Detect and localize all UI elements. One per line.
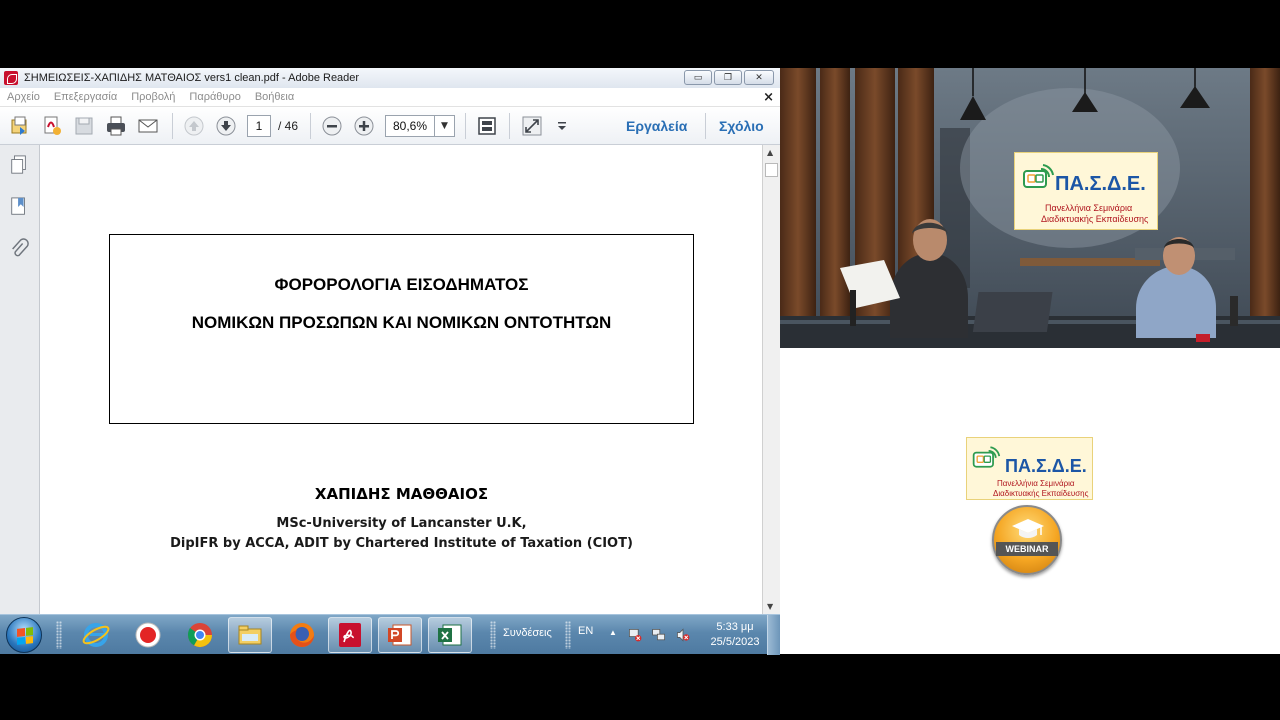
email-icon[interactable]	[136, 114, 160, 138]
page-number-input[interactable]: 1	[247, 115, 271, 137]
next-page-icon[interactable]	[214, 114, 238, 138]
adobe-reader-taskbar-icon[interactable]	[328, 617, 372, 653]
screen: ΣΗΜΕΙΩΣΕΙΣ-ΧΑΠΙΔΗΣ ΜΑΤΘΑΙΟΣ vers1 clean.…	[0, 0, 1280, 720]
toolbar: 1 / 46 80,6% ▼ Εργαλεία Σχόλιο	[0, 107, 780, 145]
file-explorer-icon[interactable]	[228, 617, 272, 653]
full-screen-icon[interactable]	[520, 114, 544, 138]
toolbar-separator	[465, 113, 466, 139]
title-frame: ΦΟΡΟΡΟΛΟΓΙΑ ΕΙΣΟΔΗΜΑΤΟΣ ΝΟΜΙΚΩΝ ΠΡΟΣΩΠΩΝ…	[109, 234, 694, 424]
tools-pane-button[interactable]: Εργαλεία	[626, 118, 687, 134]
webcam-video: ΠΑ.Σ.Δ.Ε. Πανελλήνια Σεμινάρια Διαδικτυα…	[780, 68, 1280, 348]
clock-time[interactable]: 5:33 μμ	[706, 621, 764, 633]
minimize-button[interactable]: ▭	[684, 70, 712, 85]
scroll-down-icon[interactable]: ▼	[767, 602, 773, 611]
webinar-badge: WEBINAR	[992, 505, 1062, 575]
menu-window[interactable]: Παράθυρο	[189, 91, 240, 103]
language-indicator[interactable]: EN	[578, 625, 593, 637]
toolbar-separator	[172, 113, 173, 139]
firefox-icon[interactable]	[280, 617, 324, 653]
menu-bar: Αρχείο Επεξεργασία Προβολή Παράθυρο Βοήθ…	[0, 88, 780, 107]
show-hidden-icons-icon[interactable]: ▲	[609, 628, 617, 637]
vertical-scrollbar[interactable]: ▲ ▼	[762, 145, 780, 614]
taskbar-grip[interactable]	[490, 621, 496, 649]
menu-edit[interactable]: Επεξεργασία	[54, 91, 117, 103]
taskbar-grip[interactable]	[56, 621, 62, 649]
document-title-line2: ΝΟΜΙΚΩΝ ΠΡΟΣΩΠΩΝ ΚΑΙ ΝΟΜΙΚΩΝ ΟΝΤΟΤΗΤΩΝ	[191, 313, 612, 332]
pasde-subtitle-line2: Διαδικτυακής Εκπαίδευσης	[1041, 214, 1149, 224]
record-app-icon[interactable]	[126, 617, 170, 653]
excel-icon[interactable]	[428, 617, 472, 653]
maximize-button[interactable]: ❐	[714, 70, 742, 85]
toolbar-separator	[705, 113, 706, 139]
menu-view[interactable]: Προβολή	[131, 91, 175, 103]
print-icon[interactable]	[104, 114, 128, 138]
windows-logo-icon	[17, 627, 33, 645]
links-toolbar-label[interactable]: Συνδέσεις	[503, 627, 552, 639]
adobe-reader-window: ΣΗΜΕΙΩΣΕΙΣ-ΧΑΠΙΔΗΣ ΜΑΤΘΑΙΟΣ vers1 clean.…	[0, 68, 780, 614]
document-view[interactable]: ΦΟΡΟΡΟΛΟΓΙΑ ΕΙΣΟΔΗΜΑΤΟΣ ΝΟΜΙΚΩΝ ΠΡΟΣΩΠΩΝ…	[41, 145, 762, 614]
zoom-in-icon[interactable]	[352, 114, 376, 138]
bookmarks-icon[interactable]	[8, 195, 30, 219]
taskbar-grip[interactable]	[565, 621, 571, 649]
scrollbar-thumb[interactable]	[765, 163, 778, 177]
toolbar-separator	[310, 113, 311, 139]
branding-panel	[780, 348, 1280, 654]
pasde-subtitle-line1: Πανελλήνια Σεμινάρια	[997, 479, 1075, 488]
internet-explorer-icon[interactable]	[74, 617, 118, 653]
webinar-label: WEBINAR	[996, 542, 1058, 556]
volume-muted-icon[interactable]	[673, 617, 693, 653]
window-controls: ▭ ❐ ✕	[684, 70, 774, 85]
previous-page-icon[interactable]	[182, 114, 206, 138]
zoom-value: 80,6%	[392, 119, 428, 133]
menu-help[interactable]: Βοήθεια	[255, 91, 294, 103]
comment-pane-button[interactable]: Σχόλιο	[719, 118, 764, 134]
chat-bubbles-icon	[1023, 164, 1054, 188]
clock-date[interactable]: 25/5/2023	[706, 636, 764, 648]
author-credentials-line2: DipIFR by ACCA, ADIT by Chartered Instit…	[170, 536, 633, 551]
navigation-pane	[0, 145, 40, 614]
scroll-up-icon[interactable]: ▲	[767, 148, 773, 157]
chevron-down-icon[interactable]: ▼	[434, 116, 454, 136]
pasde-subtitle-line1: Πανελλήνια Σεμινάρια	[1045, 203, 1133, 213]
document-title-line1: ΦΟΡΟΡΟΛΟΓΙΑ ΕΙΣΟΔΗΜΑΤΟΣ	[274, 275, 529, 294]
adobe-reader-icon	[4, 71, 18, 85]
toolbar-options-icon[interactable]	[550, 114, 574, 138]
window-title: ΣΗΜΕΙΩΣΕΙΣ-ΧΑΠΙΔΗΣ ΜΑΤΘΑΙΟΣ vers1 clean.…	[24, 72, 360, 84]
page-total: / 46	[278, 119, 299, 133]
open-file-icon[interactable]	[8, 114, 32, 138]
save-icon[interactable]	[72, 114, 96, 138]
network-icon[interactable]	[649, 617, 669, 653]
taskbar: Συνδέσεις EN ▲ 5:33 μμ 25/5/2023	[0, 614, 780, 655]
show-desktop-button[interactable]	[767, 615, 780, 655]
close-document-button[interactable]: ×	[763, 90, 774, 105]
pasde-subtitle-line2: Διαδικτυακής Εκπαίδευσης	[993, 489, 1089, 498]
author-credentials-line1: MSc-University of Lancanster U.K,	[276, 516, 527, 531]
title-bar[interactable]: ΣΗΜΕΙΩΣΕΙΣ-ΧΑΠΙΔΗΣ ΜΑΤΘΑΙΟΣ vers1 clean.…	[0, 68, 780, 88]
close-button[interactable]: ✕	[744, 70, 774, 85]
attachments-icon[interactable]	[8, 237, 30, 261]
page-thumbnails-icon[interactable]	[8, 153, 30, 177]
graduation-cap-icon	[1012, 519, 1044, 538]
network-error-icon[interactable]	[625, 617, 645, 653]
pasde-logo-video: ΠΑ.Σ.Δ.Ε. Πανελλήνια Σεμινάρια Διαδικτυα…	[1014, 152, 1158, 230]
powerpoint-icon[interactable]	[378, 617, 422, 653]
create-pdf-icon[interactable]	[40, 114, 64, 138]
pasde-title: ΠΑ.Σ.Δ.Ε.	[1005, 456, 1087, 476]
menu-file[interactable]: Αρχείο	[7, 91, 40, 103]
toolbar-separator	[509, 113, 510, 139]
zoom-out-icon[interactable]	[320, 114, 344, 138]
document-author: ΧΑΠΙΔΗΣ ΜΑΘΘΑΙΟΣ	[314, 485, 489, 503]
zoom-select[interactable]: 80,6% ▼	[385, 115, 455, 137]
chat-bubbles-icon	[972, 446, 1001, 468]
chrome-icon[interactable]	[178, 617, 222, 653]
pasde-title: ΠΑ.Σ.Δ.Ε.	[1055, 173, 1146, 195]
pasde-logo-panel: ΠΑ.Σ.Δ.Ε. Πανελλήνια Σεμινάρια Διαδικτυα…	[966, 437, 1093, 500]
fit-page-icon[interactable]	[475, 114, 499, 138]
start-button[interactable]	[6, 617, 42, 653]
